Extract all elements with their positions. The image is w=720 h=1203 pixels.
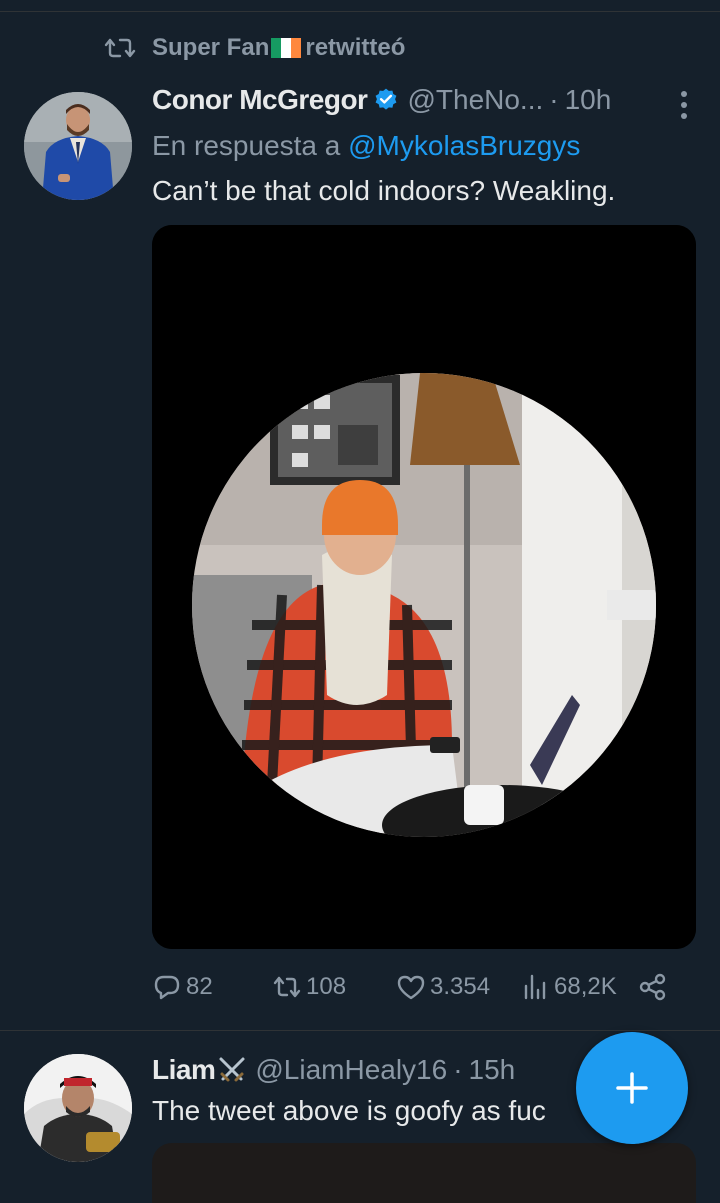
next-author-avatar[interactable] (24, 1054, 132, 1162)
media-image (152, 225, 696, 949)
reply-icon (154, 975, 180, 1000)
flag-stripe-green (271, 38, 282, 58)
next-avatar-image (24, 1054, 132, 1162)
plus-icon (616, 1072, 648, 1104)
views-bar-chart-icon (524, 974, 546, 1000)
flag-stripe-white (281, 38, 292, 58)
ireland-flag-icon (271, 38, 302, 58)
like-action[interactable]: 3.354 (396, 972, 490, 1002)
retweet-action[interactable]: 108 (272, 972, 346, 1002)
retweet-context[interactable]: Super Fan retwitteó (104, 34, 405, 62)
heart-icon (397, 975, 425, 1000)
reply-mention-link[interactable]: @MykolasBruzgys (348, 130, 580, 161)
tweet-text: Can’t be that cold indoors? Weakling. (152, 175, 616, 206)
verified-badge-icon (376, 88, 397, 110)
author-avatar[interactable] (24, 92, 132, 200)
retweeter-name[interactable]: Super Fan (152, 34, 269, 62)
tweet-header: Conor McGregor @TheNo... · 10h (152, 84, 690, 116)
next-author-name[interactable]: Liam (152, 1054, 216, 1086)
author-handle[interactable]: @TheNo... (407, 84, 543, 116)
views-count: 68,2K (554, 973, 617, 1000)
header-separator: · (549, 84, 559, 115)
reply-action[interactable]: 82 (152, 972, 213, 1002)
next-tweet-media[interactable] (152, 1143, 696, 1203)
more-options-icon[interactable] (680, 90, 688, 120)
reply-prefix: En respuesta a (152, 130, 341, 161)
tweet-divider (0, 1030, 720, 1031)
retweet-count: 108 (306, 973, 347, 1000)
share-action[interactable] (638, 972, 672, 1002)
top-divider (0, 11, 720, 12)
retweet-icon (104, 38, 136, 58)
tweet-actions: 82 108 3.354 68,2K (152, 972, 692, 1012)
reply-count: 82 (186, 973, 213, 1000)
share-icon (639, 973, 666, 1001)
next-header-separator: · (453, 1054, 463, 1085)
flag-stripe-orange (291, 38, 302, 58)
reply-context: En respuesta a @MykolasBruzgys (152, 130, 580, 162)
crossed-swords-icon (219, 1057, 245, 1082)
next-author-handle[interactable]: @LiamHealy16 (255, 1054, 447, 1086)
next-tweet-text: The tweet above is goofy as fuc (152, 1095, 546, 1126)
avatar-image (24, 92, 132, 200)
next-tweet-timestamp[interactable]: 15h (469, 1054, 516, 1086)
retweet-action-icon (273, 976, 301, 998)
tweet-timestamp[interactable]: 10h (565, 84, 612, 116)
tweet-media[interactable] (152, 225, 696, 949)
next-tweet-header: Liam @LiamHealy16 · 15h (152, 1054, 515, 1086)
retweet-suffix: retwitteó (305, 34, 406, 61)
views-action[interactable]: 68,2K (520, 972, 617, 1002)
author-name[interactable]: Conor McGregor (152, 84, 368, 116)
compose-tweet-button[interactable] (576, 1032, 688, 1144)
like-count: 3.354 (430, 973, 491, 1000)
